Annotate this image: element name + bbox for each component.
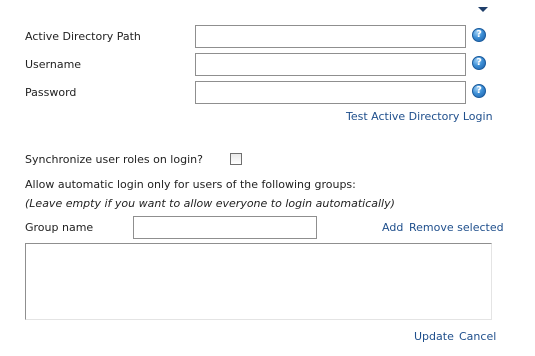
groups-intro-text: Allow automatic login only for users of …	[25, 178, 356, 191]
username-label: Username	[25, 58, 82, 71]
group-name-label: Group name	[25, 221, 94, 234]
ad-path-label: Active Directory Path	[25, 30, 141, 43]
help-icon[interactable]: ?	[472, 84, 486, 98]
group-name-input[interactable]	[133, 216, 317, 239]
password-label: Password	[25, 86, 77, 99]
help-icon[interactable]: ?	[472, 56, 486, 70]
groups-listbox[interactable]	[25, 243, 492, 320]
update-link[interactable]: Update	[414, 330, 454, 343]
add-group-link[interactable]: Add	[382, 221, 403, 234]
help-icon[interactable]: ?	[472, 28, 486, 42]
remove-selected-link[interactable]: Remove selected	[409, 221, 504, 234]
password-input[interactable]	[195, 81, 466, 104]
ad-path-input[interactable]	[195, 25, 466, 48]
sync-roles-checkbox[interactable]	[230, 153, 242, 165]
username-input[interactable]	[195, 53, 466, 76]
sync-roles-label: Synchronize user roles on login?	[25, 153, 203, 166]
cancel-link[interactable]: Cancel	[459, 330, 496, 343]
groups-hint-text: (Leave empty if you want to allow everyo…	[25, 197, 395, 210]
test-ad-login-link[interactable]: Test Active Directory Login	[346, 110, 493, 123]
caret-down-icon[interactable]	[478, 7, 488, 12]
